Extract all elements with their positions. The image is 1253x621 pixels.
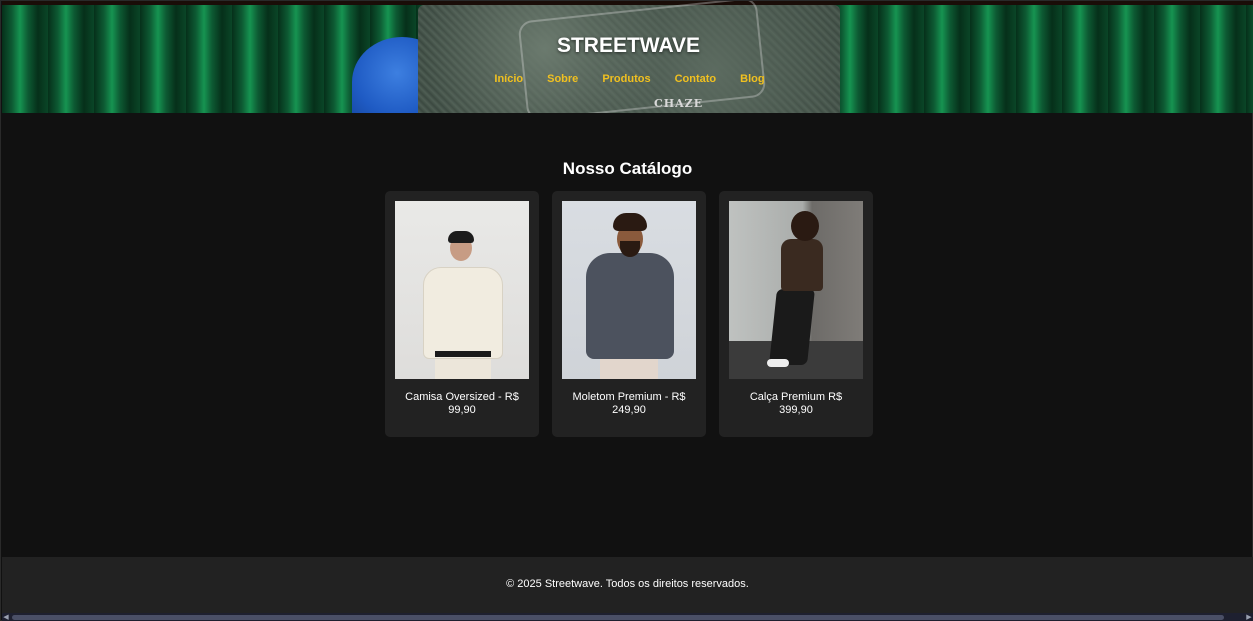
nav-link-sobre[interactable]: Sobre (547, 73, 578, 85)
product-caption: Calça Premium R$ 399,90 (749, 391, 843, 416)
product-photo-detail (791, 211, 819, 241)
product-caption: Moletom Premium - R$ 249,90 (572, 391, 686, 416)
hero-hoodie-tag: CHAZE (654, 97, 704, 110)
product-caption: Camisa Oversized - R$ 99,90 (405, 391, 519, 416)
product-photo-detail (586, 253, 674, 359)
scrollbar-thumb[interactable] (12, 615, 1224, 620)
product-photo-detail (769, 289, 815, 365)
scroll-right-arrow-icon[interactable]: ▶ (1245, 613, 1253, 621)
product-card[interactable]: Moletom Premium - R$ 249,90 (552, 191, 706, 437)
scroll-left-arrow-icon[interactable]: ◀ (2, 613, 10, 621)
product-card[interactable]: Camisa Oversized - R$ 99,90 (385, 191, 539, 437)
product-photo-detail (613, 213, 647, 231)
site-footer: © 2025 Streetwave. Todos os direitos res… (2, 557, 1253, 613)
footer-copyright: © 2025 Streetwave. Todos os direitos res… (506, 578, 749, 590)
hero-header: CHAZE STREETWAVE Início Sobre Produtos C… (2, 1, 1253, 113)
site-brand-title: STREETWAVE (556, 34, 701, 57)
horizontal-scrollbar[interactable]: ◀ ▶ (2, 613, 1253, 621)
hero-curtain-right (832, 5, 1253, 113)
product-photo-detail (600, 357, 658, 379)
product-grid: Camisa Oversized - R$ 99,90 Moletom Prem… (385, 191, 873, 437)
product-photo-detail (767, 359, 789, 367)
nav-link-contato[interactable]: Contato (675, 73, 717, 85)
nav-link-blog[interactable]: Blog (740, 73, 764, 85)
product-photo-detail (448, 231, 474, 243)
product-photo-detail (435, 351, 491, 357)
nav-link-produtos[interactable]: Produtos (602, 73, 650, 85)
product-card[interactable]: Calça Premium R$ 399,90 (719, 191, 873, 437)
nav-link-inicio[interactable]: Início (494, 73, 523, 85)
main-nav: Início Sobre Produtos Contato Blog (2, 73, 1253, 85)
product-image-moletom-premium[interactable] (562, 201, 696, 379)
catalog-title: Nosso Catálogo (562, 159, 693, 178)
product-photo-detail (435, 357, 491, 379)
product-image-calca-premium[interactable] (729, 201, 863, 379)
product-photo-detail (423, 267, 503, 359)
page: CHAZE STREETWAVE Início Sobre Produtos C… (0, 0, 1253, 621)
product-photo-detail (781, 239, 823, 291)
product-image-camisa-oversized[interactable] (395, 201, 529, 379)
